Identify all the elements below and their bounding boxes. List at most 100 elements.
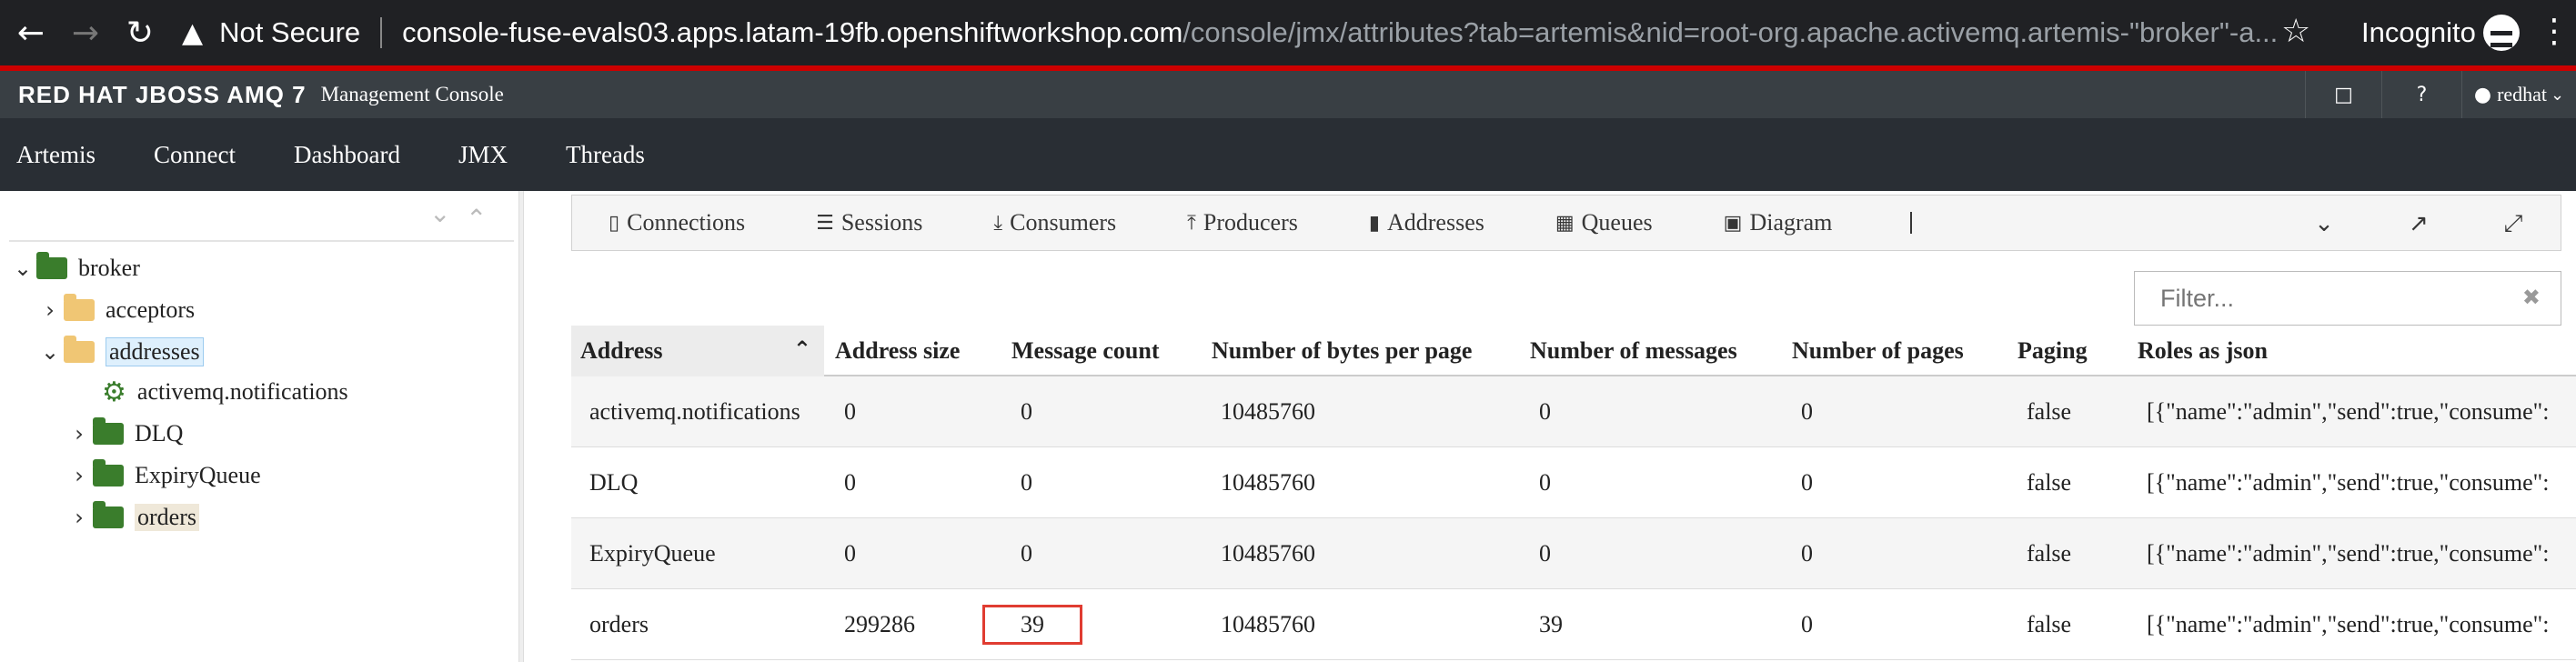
column-header-message-count[interactable]: Message count (1011, 326, 1159, 376)
nav-jmx[interactable]: JMX (458, 141, 508, 169)
warning-icon: ▲ (182, 16, 204, 49)
user-icon: ● (2473, 83, 2492, 106)
tab-diagram[interactable]: ▣ Diagram (1724, 209, 1833, 236)
table-row[interactable]: ExpiryQueue 0 0 10485760 0 0 false [{"na… (571, 518, 2576, 589)
book-icon: ▮ (1368, 211, 1380, 235)
tree-node-label: ExpiryQueue (135, 462, 261, 488)
folder-icon (93, 459, 124, 486)
column-header-address[interactable]: Address ⌃ (571, 326, 824, 376)
share-icon[interactable]: ↗ (2371, 210, 2466, 237)
monitor-icon[interactable]: □ (2305, 71, 2381, 118)
table-row[interactable]: activemq.notifications 0 0 10485760 0 0 … (571, 376, 2576, 447)
tree-node-broker[interactable]: ⌄ broker (9, 249, 140, 287)
column-header-bytes-per-page[interactable]: Number of bytes per page (1212, 326, 1472, 376)
column-label: Address (580, 337, 663, 364)
tree-node-label: addresses (106, 337, 204, 366)
tree-node-label: orders (135, 504, 199, 531)
tab-producers[interactable]: ⤒ Producers (1187, 209, 1298, 236)
table-row[interactable]: DLQ 0 0 10485760 0 0 false [{"name":"adm… (571, 447, 2576, 518)
table-icon: ▦ (1555, 211, 1575, 235)
column-header-number-of-messages[interactable]: Number of messages (1530, 326, 1737, 376)
cell-address-size: 0 (844, 469, 856, 496)
incognito-icon[interactable] (2483, 15, 2520, 51)
cell-message-count: 0 (1021, 469, 1032, 496)
tab-addresses[interactable]: ▮ Addresses (1369, 209, 1484, 236)
menu-kebab-icon[interactable]: ⋮ (2538, 13, 2571, 50)
folder-icon (64, 294, 95, 321)
tree-node-dlq[interactable]: › DLQ (65, 415, 183, 453)
cell-number-of-pages: 0 (1801, 398, 1813, 425)
user-menu[interactable]: ● redhat ⌄ (2461, 71, 2576, 118)
reload-button[interactable]: ↻ (113, 0, 167, 65)
help-icon[interactable]: ? (2381, 71, 2461, 118)
cell-paging: false (2027, 469, 2072, 496)
cell-message-count-highlighted: 39 (982, 605, 1082, 645)
tree-node-orders[interactable]: › orders (65, 498, 199, 537)
tab-queues[interactable]: ▦ Queues (1555, 209, 1653, 236)
app-header: RED HAT JBOSS AMQ 7 Management Console □… (0, 71, 2576, 118)
nav-connect[interactable]: Connect (154, 141, 236, 169)
column-header-number-of-pages[interactable]: Number of pages (1792, 326, 1964, 376)
main-nav: Artemis Connect Dashboard JMX Threads (0, 118, 2576, 191)
filter-input[interactable] (2160, 284, 2506, 313)
column-label: Number of bytes per page (1212, 337, 1473, 364)
arrow-right-icon: → (71, 14, 100, 52)
chevron-down-icon[interactable]: ⌄ (9, 256, 36, 281)
column-header-address-size[interactable]: Address size (835, 326, 960, 376)
column-label: Roles as json (2138, 337, 2269, 364)
clear-icon[interactable]: ✖ (2522, 285, 2541, 310)
back-button[interactable]: ← (4, 0, 58, 65)
tab-sessions[interactable]: ☰ Sessions (816, 209, 922, 236)
cell-roles-json: [{"name":"admin","send":true,"consume": (2147, 398, 2550, 425)
tab-label: Addresses (1386, 209, 1484, 236)
folder-open-icon (36, 252, 67, 279)
column-label: Message count (1011, 337, 1160, 364)
cell-number-of-pages: 0 (1801, 540, 1813, 567)
chevron-down-icon[interactable]: ⌄ (2277, 210, 2371, 237)
cell-message-count: 0 (1021, 540, 1032, 567)
column-label: Address size (835, 337, 961, 364)
cell-number-of-messages: 39 (1539, 611, 1563, 637)
browser-toolbar: ← → ↻ ▲ Not Secure console-fuse-evals03.… (0, 0, 2576, 65)
tab-actions: ⌄ ↗ ⤢ (2277, 196, 2561, 252)
tab-consumers[interactable]: ⤓ Consumers (993, 209, 1116, 236)
cell-address-size: 0 (844, 398, 856, 425)
table-row[interactable]: orders 299286 39 10485760 39 0 false [{"… (571, 589, 2576, 660)
chevron-right-icon[interactable]: › (36, 297, 64, 323)
nav-artemis[interactable]: Artemis (16, 141, 96, 169)
bookmark-star-icon[interactable]: ☆ (2281, 13, 2310, 50)
tree-node-expiryqueue[interactable]: › ExpiryQueue (65, 456, 261, 495)
cell-paging: false (2027, 611, 2072, 637)
column-header-paging[interactable]: Paging (2018, 326, 2088, 376)
chevron-right-icon[interactable]: › (65, 505, 93, 530)
tab-label: Connections (627, 209, 746, 236)
tree-node-acceptors[interactable]: › acceptors (36, 291, 195, 329)
artemis-tabbar: ▯ Connections ☰ Sessions ⤓ Consumers ⤒ P… (571, 195, 2561, 251)
column-label: Number of messages (1530, 337, 1737, 364)
nav-dashboard[interactable]: Dashboard (294, 141, 400, 169)
chevron-right-icon[interactable]: › (65, 421, 93, 446)
folder-open-icon (64, 336, 95, 363)
expand-all-icon[interactable]: ⌃ (466, 204, 487, 234)
collapse-all-icon[interactable]: ⌄ (429, 198, 450, 228)
fullscreen-icon[interactable]: ⤢ (2466, 210, 2561, 238)
chevron-down-icon[interactable]: ⌄ (36, 339, 64, 365)
tree-node-notifications[interactable]: ⚙ activemq.notifications (102, 373, 348, 411)
address-bar[interactable]: ▲ Not Secure console-fuse-evals03.apps.l… (182, 0, 2278, 65)
tab-label: Queues (1581, 209, 1653, 236)
chevron-right-icon[interactable]: › (65, 463, 93, 488)
cell-address-size: 299286 (844, 611, 915, 637)
sidebar-resize-handle[interactable] (518, 191, 524, 662)
signal-bars-icon: ▯ (609, 211, 620, 235)
omnibox-separator (380, 17, 383, 48)
tree-node-addresses[interactable]: ⌄ addresses (36, 333, 204, 371)
cell-address: orders (589, 611, 649, 637)
column-label: Number of pages (1792, 337, 1964, 364)
forward-button[interactable]: → (58, 0, 113, 65)
nav-threads[interactable]: Threads (566, 141, 645, 169)
cell-number-of-messages: 0 (1539, 398, 1551, 425)
filter-field[interactable]: ✖ (2134, 271, 2561, 326)
tab-connections[interactable]: ▯ Connections (609, 209, 745, 236)
profile-label: Incognito (2361, 16, 2476, 48)
column-header-roles-json[interactable]: Roles as json (2138, 326, 2268, 376)
